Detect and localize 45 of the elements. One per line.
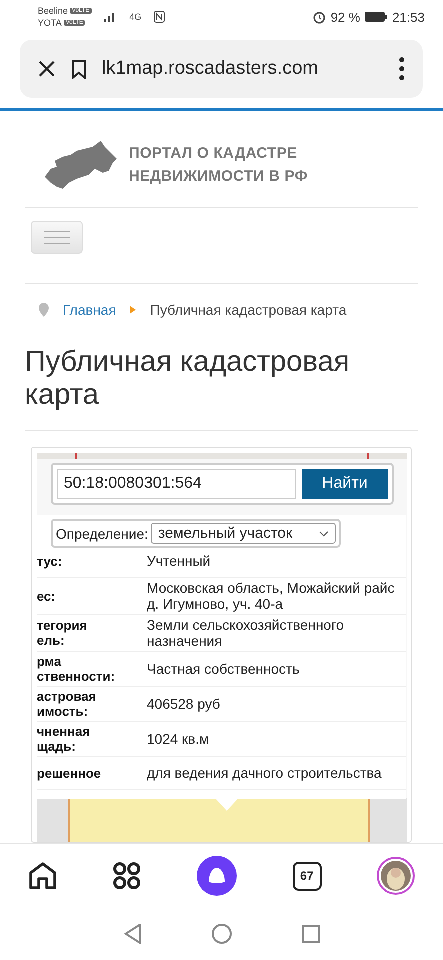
field-value: 406528 руб — [147, 695, 222, 714]
definition-select[interactable]: земельный участок — [151, 523, 336, 544]
tabs-count[interactable]: 67 — [292, 862, 322, 890]
breadcrumb-current: Публичная кадастровая карта — [150, 302, 347, 318]
field-label: рма ственности: — [37, 653, 116, 686]
home-icon[interactable] — [28, 861, 58, 891]
bookmark-icon[interactable] — [72, 60, 86, 78]
page-title: Публичная кадастровая карта — [25, 346, 418, 431]
cadastral-number-field[interactable]: 50:18:0080301:564 — [57, 469, 296, 499]
find-button[interactable]: Найти — [302, 469, 388, 499]
battery-icon — [365, 12, 388, 22]
breadcrumb-arrow-icon — [130, 306, 136, 314]
carrier-name: YOTA — [38, 18, 62, 28]
clock: 21:53 — [392, 10, 425, 24]
close-icon[interactable] — [38, 60, 56, 78]
back-icon[interactable] — [124, 924, 142, 944]
recents-icon[interactable] — [302, 925, 320, 943]
field-value: Частная собственность — [147, 660, 301, 679]
field-value: 1024 кв.м — [147, 730, 210, 749]
definition-label: Определение: — [56, 526, 148, 542]
more-icon[interactable] — [399, 57, 405, 81]
apps-grid-icon[interactable] — [113, 862, 142, 890]
breadcrumb-link[interactable]: Главная — [63, 302, 116, 318]
field-value: Учтенный — [147, 552, 212, 571]
nfc-icon — [154, 11, 165, 23]
field-label: чненная щадь: — [37, 723, 92, 756]
logo-text: ПОРТАЛ О КАДАСТРЕ — [129, 144, 298, 164]
menu-icon — [44, 230, 70, 244]
field-label: решенное — [37, 764, 102, 782]
field-value: для ведения дачного строительства — [147, 764, 383, 783]
field-label: ес: — [37, 588, 57, 606]
field-value: Московская область, Можайский райс д. Игумново, уч. 40-а — [147, 579, 396, 614]
field-label: тегория ель: — [37, 617, 88, 650]
carrier-name: Beeline — [38, 6, 68, 16]
chevron-down-icon — [318, 530, 329, 536]
network-type: 4G — [130, 12, 142, 22]
field-label: тус: — [37, 552, 64, 570]
location-pin-icon — [39, 303, 49, 317]
home-circle-icon[interactable] — [212, 924, 232, 944]
assistant-icon[interactable] — [196, 856, 237, 896]
logo-text: НЕДВИЖИМОСТИ В РФ — [129, 167, 308, 187]
field-value: Земли сельскохозяйственного назначения — [147, 616, 346, 651]
battery-percent: 92 % — [330, 10, 360, 24]
field-label: астровая имость: — [37, 688, 98, 721]
alarm-icon — [312, 10, 326, 24]
